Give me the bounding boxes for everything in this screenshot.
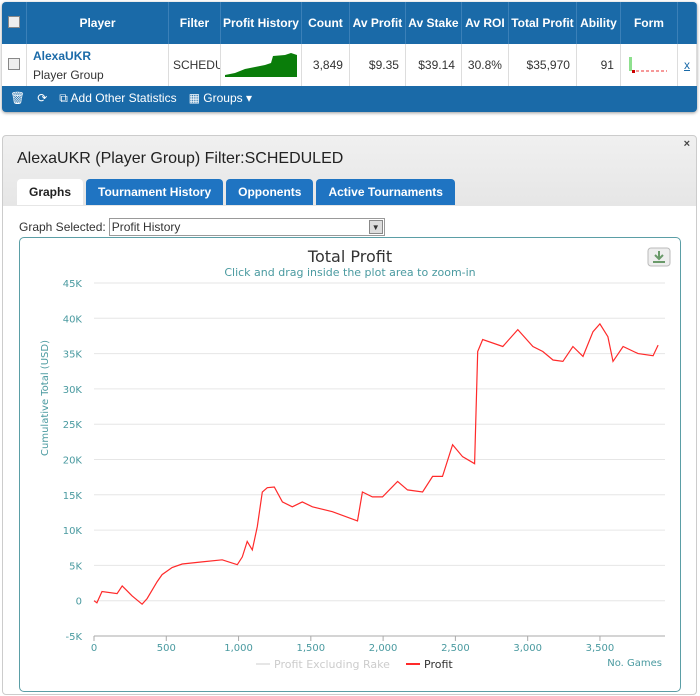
add-statistics-label: Add Other Statistics: [70, 90, 177, 105]
col-av-profit[interactable]: Av Profit: [349, 2, 406, 44]
ability-cell: 91: [576, 44, 621, 86]
chart-title: Total Profit: [307, 247, 392, 266]
tab-bar: Graphs Tournament History Opponents Acti…: [17, 179, 455, 205]
col-remove: [677, 2, 697, 44]
y-tick-label: 10K: [63, 526, 83, 537]
remove-link[interactable]: x: [684, 58, 690, 72]
y-tick-label: 25K: [63, 420, 83, 431]
table-footer: 🗑 ⟳ ⧉ Add Other Statistics ▦ Groups ▾: [2, 86, 697, 110]
x-tick-label: 3,000: [513, 643, 542, 654]
y-tick-label: 45K: [63, 279, 83, 290]
y-tick-label: 35K: [63, 350, 83, 361]
refresh-icon[interactable]: ⟳: [37, 91, 47, 105]
profit-chart[interactable]: Total Profit Click and drag inside the p…: [20, 238, 680, 691]
panel-title: AlexaUKR (Player Group) Filter:SCHEDULED: [17, 150, 344, 167]
table-header-row: Player Filter Profit History Count Av Pr…: [2, 2, 697, 44]
legend-item-profit-excluding-rake[interactable]: Profit Excluding Rake: [256, 658, 390, 671]
x-tick-label: 500: [157, 643, 176, 654]
trash-icon[interactable]: 🗑: [10, 91, 25, 105]
player-table: Player Filter Profit History Count Av Pr…: [2, 2, 697, 112]
player-panel: AlexaUKR (Player Group) Filter:SCHEDULED…: [2, 135, 697, 695]
x-tick-label: 1,000: [224, 643, 253, 654]
row-checkbox[interactable]: [2, 44, 27, 86]
groups-label: Groups: [203, 91, 243, 105]
y-axis-label: Cumulative Total (USD): [40, 340, 51, 456]
legend-label: Profit: [424, 658, 453, 671]
chart-container[interactable]: Total Profit Click and drag inside the p…: [19, 237, 681, 692]
graph-select[interactable]: Profit History ▼: [108, 218, 385, 236]
av-roi-cell: 30.8%: [461, 44, 509, 86]
count-cell: 3,849: [301, 44, 350, 86]
tab-active-tournaments[interactable]: Active Tournaments: [316, 179, 455, 205]
av-profit-cell: $9.35: [349, 44, 406, 86]
y-tick-label: 30K: [63, 385, 83, 396]
groups-dropdown[interactable]: ▦ Groups ▾: [189, 91, 252, 105]
col-player[interactable]: Player: [26, 2, 169, 44]
chart-subtitle: Click and drag inside the plot area to z…: [224, 266, 475, 279]
tab-tournament-history[interactable]: Tournament History: [86, 179, 224, 205]
legend-item-profit[interactable]: Profit: [406, 658, 453, 671]
form-chart: [620, 44, 679, 86]
table-row: AlexaUKR Player Group SCHEDULED 3,849 $9…: [2, 44, 697, 86]
x-tick-label: 3,500: [586, 643, 615, 654]
col-profit-history[interactable]: Profit History: [220, 2, 302, 44]
col-total-profit[interactable]: Total Profit: [508, 2, 577, 44]
total-profit-cell: $35,970: [508, 44, 577, 86]
profit-sparkline: [220, 44, 302, 86]
av-stake-cell: $39.14: [405, 44, 462, 86]
y-tick-label: 0: [76, 597, 82, 608]
x-axis-label: No. Games: [607, 658, 662, 669]
y-tick-label: -5K: [65, 632, 82, 643]
download-icon[interactable]: [647, 247, 671, 267]
add-statistics-button[interactable]: ⧉ Add Other Statistics: [59, 91, 176, 106]
col-av-stake[interactable]: Av Stake: [405, 2, 462, 44]
y-tick-label: 20K: [63, 456, 83, 467]
x-tick-label: 1,500: [297, 643, 326, 654]
graph-select-label: Graph Selected:: [19, 220, 106, 234]
x-tick-label: 2,000: [369, 643, 398, 654]
profit-series-line: [93, 322, 659, 606]
close-icon[interactable]: ×: [684, 138, 690, 150]
col-count[interactable]: Count: [301, 2, 350, 44]
y-tick-label: 5K: [69, 561, 82, 572]
col-av-roi[interactable]: Av ROI: [461, 2, 509, 44]
graph-select-value: Profit History: [111, 220, 181, 234]
x-tick-label: 2,500: [441, 643, 470, 654]
player-link[interactable]: AlexaUKR: [33, 49, 162, 63]
col-filter[interactable]: Filter: [168, 2, 221, 44]
tab-opponents[interactable]: Opponents: [226, 179, 314, 205]
col-ability[interactable]: Ability: [576, 2, 621, 44]
chevron-down-icon: ▼: [368, 220, 383, 234]
y-tick-label: 15K: [63, 491, 83, 502]
tab-graphs[interactable]: Graphs: [17, 179, 84, 205]
select-all-checkbox[interactable]: [2, 2, 27, 44]
col-form[interactable]: Form: [620, 2, 679, 44]
filter-cell: SCHEDULED: [168, 44, 221, 86]
y-tick-label: 40K: [63, 314, 83, 325]
legend-label: Profit Excluding Rake: [274, 658, 390, 671]
player-group: Player Group: [33, 67, 104, 82]
x-tick-label: 0: [91, 643, 97, 654]
